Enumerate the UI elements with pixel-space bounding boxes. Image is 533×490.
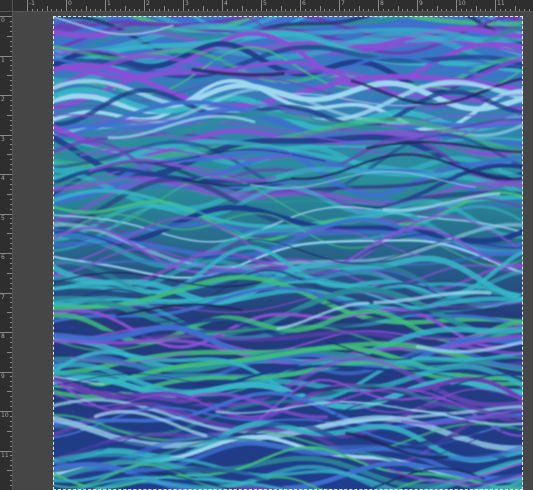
- ruler-label: 10: [458, 0, 466, 7]
- ruler-label: 0: [68, 0, 72, 7]
- ruler-major-tick: [66, 0, 67, 11]
- ruler-major-tick: [222, 0, 223, 11]
- ruler-label: 4: [1, 175, 5, 182]
- canvas-workspace[interactable]: [13, 12, 533, 490]
- ruler-label: 11: [497, 0, 505, 7]
- ruler-label: -1: [29, 0, 35, 7]
- marbled-wave-image: [53, 16, 523, 490]
- ruler-label: 8: [380, 0, 384, 7]
- ruler-label: 8: [1, 333, 5, 340]
- ruler-label: 1: [1, 57, 5, 64]
- ruler-label: 0: [1, 17, 5, 24]
- ruler-label: 2: [146, 0, 150, 7]
- horizontal-ruler[interactable]: -10123456789101112: [13, 0, 533, 12]
- ruler-major-tick: [456, 0, 457, 11]
- ruler-label: 1: [107, 0, 111, 7]
- ruler-label: 11: [1, 452, 9, 459]
- ruler-label: 9: [1, 373, 5, 380]
- ruler-major-tick: [105, 0, 106, 11]
- ruler-major-tick: [261, 0, 262, 11]
- photo-editor-window: -10123456789101112 01234567891011: [0, 0, 533, 490]
- ruler-major-tick: [339, 0, 340, 11]
- ruler-label: 3: [185, 0, 189, 7]
- ruler-label: 10: [1, 412, 9, 419]
- ruler-major-tick: [144, 0, 145, 11]
- ruler-major-tick: [183, 0, 184, 11]
- vertical-ruler[interactable]: 0 1 2 3 4 5 6 7 8 9 10 11: [0, 12, 13, 490]
- ruler-major-tick: [495, 0, 496, 11]
- ruler-corner[interactable]: [0, 0, 13, 12]
- ruler-label: 7: [341, 0, 345, 7]
- ruler-major-tick: [417, 0, 418, 11]
- ruler-label: 4: [224, 0, 228, 7]
- ruler-label: 5: [263, 0, 267, 7]
- ruler-label: 5: [1, 215, 5, 222]
- ruler-label: 6: [302, 0, 306, 7]
- ruler-label: 7: [1, 294, 5, 301]
- ruler-label: 9: [419, 0, 423, 7]
- ruler-label: 3: [1, 136, 5, 143]
- ruler-major-tick: [378, 0, 379, 11]
- ruler-label: 2: [1, 96, 5, 103]
- document-canvas[interactable]: [53, 16, 523, 490]
- ruler-major-tick: [27, 0, 28, 11]
- ruler-label: 6: [1, 254, 5, 261]
- ruler-major-tick: [300, 0, 301, 11]
